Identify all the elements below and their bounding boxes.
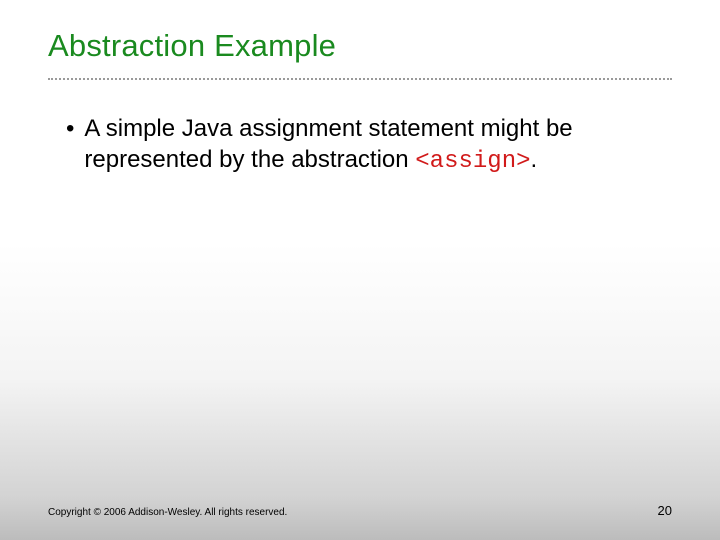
footer: Copyright © 2006 Addison-Wesley. All rig… bbox=[48, 503, 672, 518]
copyright-text: Copyright © 2006 Addison-Wesley. All rig… bbox=[48, 507, 287, 518]
bullet-code: <assign> bbox=[415, 148, 530, 175]
bullet-text-after: . bbox=[531, 146, 538, 173]
slide: Abstraction Example • A simple Java assi… bbox=[0, 0, 720, 540]
bullet-marker-icon: • bbox=[66, 114, 74, 145]
title-divider bbox=[48, 78, 672, 80]
slide-title: Abstraction Example bbox=[48, 28, 672, 64]
bullet-item: • A simple Java assignment statement mig… bbox=[66, 114, 672, 177]
content-area: • A simple Java assignment statement mig… bbox=[48, 114, 672, 177]
bullet-text: A simple Java assignment statement might… bbox=[84, 114, 672, 177]
page-number: 20 bbox=[658, 503, 672, 518]
